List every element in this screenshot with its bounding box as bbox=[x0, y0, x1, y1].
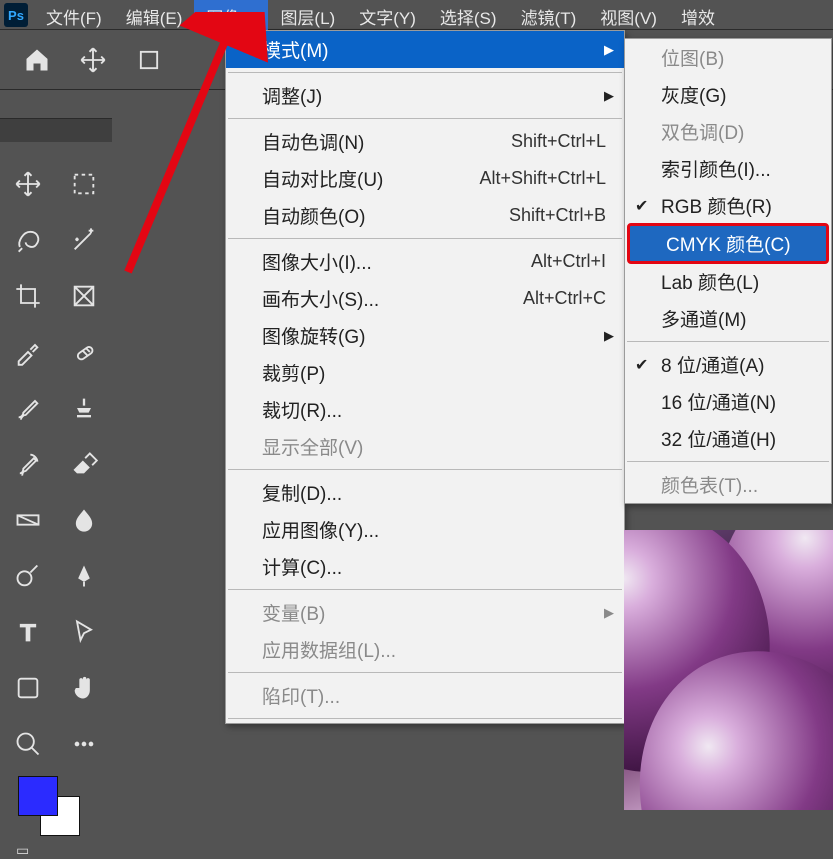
menu-calculations[interactable]: 计算(C)... bbox=[226, 548, 624, 585]
shortcut: Shift+Ctrl+B bbox=[485, 205, 606, 226]
menu-auto-color[interactable]: 自动颜色(O) Shift+Ctrl+B bbox=[226, 197, 624, 234]
mode-grayscale[interactable]: 灰度(G) bbox=[625, 76, 831, 113]
tool-blur[interactable] bbox=[56, 492, 112, 548]
submenu-arrow-icon: ▶ bbox=[604, 42, 614, 58]
menubar: Ps 文件(F) 编辑(E) 图像(I) 图层(L) 文字(Y) 选择(S) 滤… bbox=[0, 0, 833, 30]
tool-more[interactable] bbox=[56, 716, 112, 772]
mode-32bit[interactable]: 32 位/通道(H) bbox=[625, 420, 831, 457]
mode-color-table: 颜色表(T)... bbox=[625, 466, 831, 503]
artboard-icon[interactable] bbox=[134, 45, 164, 75]
menu-plugins[interactable]: 增效 bbox=[669, 0, 727, 30]
tool-hand[interactable] bbox=[56, 660, 112, 716]
mode-16bit[interactable]: 16 位/通道(N) bbox=[625, 383, 831, 420]
tool-dodge[interactable] bbox=[0, 548, 56, 604]
menu-apply-image[interactable]: 应用图像(Y)... bbox=[226, 511, 624, 548]
home-icon[interactable] bbox=[22, 45, 52, 75]
menu-apply-dataset: 应用数据组(L)... bbox=[226, 631, 624, 668]
menu-label: 模式(M) bbox=[262, 36, 606, 63]
tool-frame[interactable] bbox=[56, 268, 112, 324]
mode-lab[interactable]: Lab 颜色(L) bbox=[625, 263, 831, 300]
menu-separator bbox=[627, 461, 829, 462]
menu-edit[interactable]: 编辑(E) bbox=[114, 0, 195, 30]
shortcut: Shift+Ctrl+L bbox=[487, 131, 606, 152]
mode-indexed[interactable]: 索引颜色(I)... bbox=[625, 150, 831, 187]
mode-submenu: 位图(B) 灰度(G) 双色调(D) 索引颜色(I)... ✔ RGB 颜色(R… bbox=[624, 38, 832, 504]
tool-healing[interactable] bbox=[56, 324, 112, 380]
menu-mode[interactable]: 模式(M) ▶ bbox=[226, 31, 624, 68]
mode-duotone: 双色调(D) bbox=[625, 113, 831, 150]
mode-8bit[interactable]: ✔ 8 位/通道(A) bbox=[625, 346, 831, 383]
check-icon: ✔ bbox=[635, 355, 648, 375]
menu-trap: 陷印(T)... bbox=[226, 677, 624, 714]
menu-filter[interactable]: 滤镜(T) bbox=[509, 0, 589, 30]
tool-clone-stamp[interactable] bbox=[56, 380, 112, 436]
menu-trim[interactable]: 裁切(R)... bbox=[226, 391, 624, 428]
menu-image[interactable]: 图像(I) bbox=[194, 0, 268, 30]
quickmask-toggle[interactable]: ▭ bbox=[0, 842, 112, 859]
submenu-arrow-icon: ▶ bbox=[604, 328, 614, 344]
tool-type[interactable] bbox=[0, 604, 56, 660]
menu-variables: 变量(B) ▶ bbox=[226, 594, 624, 631]
tool-pen[interactable] bbox=[56, 548, 112, 604]
tool-crop[interactable] bbox=[0, 268, 56, 324]
menu-type[interactable]: 文字(Y) bbox=[347, 0, 428, 30]
menu-separator bbox=[228, 589, 622, 590]
menu-layer[interactable]: 图层(L) bbox=[268, 0, 347, 30]
tools-panel-header[interactable] bbox=[0, 118, 112, 142]
tool-shape[interactable] bbox=[0, 660, 56, 716]
document-canvas[interactable] bbox=[624, 530, 833, 810]
menu-separator bbox=[228, 238, 622, 239]
menu-view[interactable]: 视图(V) bbox=[588, 0, 669, 30]
shortcut: Alt+Ctrl+C bbox=[499, 288, 606, 309]
menu-separator bbox=[228, 72, 622, 73]
menu-separator bbox=[228, 469, 622, 470]
tools-panel: ▭ bbox=[0, 118, 112, 859]
menu-separator bbox=[228, 672, 622, 673]
menu-file[interactable]: 文件(F) bbox=[34, 0, 114, 30]
menu-reveal-all: 显示全部(V) bbox=[226, 428, 624, 465]
menu-image-size[interactable]: 图像大小(I)... Alt+Ctrl+I bbox=[226, 243, 624, 280]
tool-magic-wand[interactable] bbox=[56, 212, 112, 268]
tool-history-brush[interactable] bbox=[0, 436, 56, 492]
menu-auto-contrast[interactable]: 自动对比度(U) Alt+Shift+Ctrl+L bbox=[226, 160, 624, 197]
move-icon[interactable] bbox=[78, 45, 108, 75]
color-swatches[interactable] bbox=[0, 772, 112, 842]
menu-select[interactable]: 选择(S) bbox=[428, 0, 509, 30]
image-menu-dropdown: 模式(M) ▶ 调整(J) ▶ 自动色调(N) Shift+Ctrl+L 自动对… bbox=[225, 30, 625, 724]
tool-eraser[interactable] bbox=[56, 436, 112, 492]
submenu-arrow-icon: ▶ bbox=[604, 605, 614, 621]
submenu-arrow-icon: ▶ bbox=[604, 88, 614, 104]
menu-adjustments[interactable]: 调整(J) ▶ bbox=[226, 77, 624, 114]
tool-move[interactable] bbox=[0, 156, 56, 212]
menu-image-rotation[interactable]: 图像旋转(G) ▶ bbox=[226, 317, 624, 354]
menu-duplicate[interactable]: 复制(D)... bbox=[226, 474, 624, 511]
check-icon: ✔ bbox=[635, 196, 648, 216]
mode-cmyk[interactable]: CMYK 颜色(C) bbox=[627, 223, 829, 264]
tool-gradient[interactable] bbox=[0, 492, 56, 548]
mode-bitmap: 位图(B) bbox=[625, 39, 831, 76]
shortcut: Alt+Ctrl+I bbox=[507, 251, 606, 272]
menu-separator bbox=[228, 118, 622, 119]
ps-logo: Ps bbox=[4, 3, 28, 27]
tool-brush[interactable] bbox=[0, 380, 56, 436]
tool-zoom[interactable] bbox=[0, 716, 56, 772]
shortcut: Alt+Shift+Ctrl+L bbox=[455, 168, 606, 189]
menu-separator bbox=[228, 718, 622, 719]
tool-path-select[interactable] bbox=[56, 604, 112, 660]
tool-eyedropper[interactable] bbox=[0, 324, 56, 380]
menu-auto-tone[interactable]: 自动色调(N) Shift+Ctrl+L bbox=[226, 123, 624, 160]
mode-rgb[interactable]: ✔ RGB 颜色(R) bbox=[625, 187, 831, 224]
tool-marquee[interactable] bbox=[56, 156, 112, 212]
menu-crop[interactable]: 裁剪(P) bbox=[226, 354, 624, 391]
mode-multichannel[interactable]: 多通道(M) bbox=[625, 300, 831, 337]
menu-separator bbox=[627, 341, 829, 342]
menu-canvas-size[interactable]: 画布大小(S)... Alt+Ctrl+C bbox=[226, 280, 624, 317]
tool-lasso[interactable] bbox=[0, 212, 56, 268]
foreground-swatch[interactable] bbox=[18, 776, 58, 816]
